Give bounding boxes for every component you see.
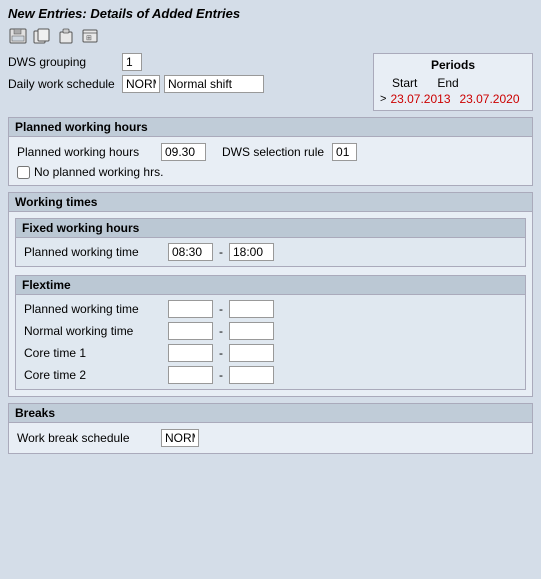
daily-work-schedule-code[interactable] bbox=[122, 75, 160, 93]
copy-icon[interactable] bbox=[32, 27, 52, 45]
periods-box: Periods Start End > 23.07.2013 23.07.202… bbox=[373, 53, 533, 111]
dws-grouping-input[interactable] bbox=[122, 53, 142, 71]
periods-header: Start End bbox=[380, 76, 526, 90]
planned-hours-value[interactable] bbox=[161, 143, 206, 161]
flextime-core2-start[interactable] bbox=[168, 366, 213, 384]
flextime-core2-end[interactable] bbox=[229, 366, 274, 384]
start-label: Start bbox=[392, 76, 417, 90]
flextime-core1-dash: - bbox=[219, 346, 223, 360]
planned-working-time-label: Planned working time bbox=[24, 245, 164, 259]
planned-hours-row: Planned working hours DWS selection rule bbox=[17, 143, 524, 161]
flextime-planned-end[interactable] bbox=[229, 300, 274, 318]
flextime-core1-label: Core time 1 bbox=[24, 346, 164, 360]
planned-working-hours-title: Planned working hours bbox=[9, 118, 532, 137]
flextime-subsection: Flextime Planned working time - Normal w… bbox=[15, 275, 526, 390]
breaks-row: Work break schedule bbox=[17, 429, 524, 447]
periods-row: > 23.07.2013 23.07.2020 bbox=[380, 92, 526, 106]
toolbar: ⊞ bbox=[0, 25, 541, 49]
config-icon[interactable]: ⊞ bbox=[80, 27, 100, 45]
flextime-normal-label: Normal working time bbox=[24, 324, 164, 338]
dws-grouping-label: DWS grouping bbox=[8, 55, 118, 69]
daily-work-schedule-name[interactable] bbox=[164, 75, 264, 93]
daily-work-schedule-label: Daily work schedule bbox=[8, 77, 118, 91]
flextime-normal-end[interactable] bbox=[229, 322, 274, 340]
fixed-dash: - bbox=[219, 245, 223, 259]
flextime-core2-row: Core time 2 - bbox=[24, 366, 517, 384]
save-icon[interactable] bbox=[8, 27, 28, 45]
page-title: New Entries: Details of Added Entries bbox=[8, 6, 240, 21]
periods-title: Periods bbox=[380, 58, 526, 72]
flextime-planned-dash: - bbox=[219, 302, 223, 316]
breaks-title: Breaks bbox=[9, 404, 532, 423]
flextime-planned-row: Planned working time - bbox=[24, 300, 517, 318]
dws-grouping-row: DWS grouping bbox=[8, 53, 365, 71]
periods-arrow: > bbox=[380, 93, 386, 105]
flextime-normal-row: Normal working time - bbox=[24, 322, 517, 340]
working-times-section: Working times Fixed working hours Planne… bbox=[8, 192, 533, 397]
svg-text:⊞: ⊞ bbox=[86, 35, 92, 42]
end-date: 23.07.2020 bbox=[459, 92, 524, 106]
flextime-core2-label: Core time 2 bbox=[24, 368, 164, 382]
dws-selection-label: DWS selection rule bbox=[222, 145, 324, 159]
daily-work-schedule-row: Daily work schedule bbox=[8, 75, 365, 93]
dws-selection-value[interactable] bbox=[332, 143, 357, 161]
fixed-end-input[interactable] bbox=[229, 243, 274, 261]
planned-working-hours-section: Planned working hours Planned working ho… bbox=[8, 117, 533, 186]
fixed-hours-title: Fixed working hours bbox=[16, 219, 525, 238]
flextime-core1-row: Core time 1 - bbox=[24, 344, 517, 362]
breaks-label: Work break schedule bbox=[17, 431, 157, 445]
flextime-normal-start[interactable] bbox=[168, 322, 213, 340]
flextime-normal-dash: - bbox=[219, 324, 223, 338]
flextime-core1-end[interactable] bbox=[229, 344, 274, 362]
start-date: 23.07.2013 bbox=[390, 92, 455, 106]
breaks-value[interactable] bbox=[161, 429, 199, 447]
no-planned-checkbox[interactable] bbox=[17, 166, 30, 179]
flextime-planned-start[interactable] bbox=[168, 300, 213, 318]
flextime-core2-dash: - bbox=[219, 368, 223, 382]
breaks-section: Breaks Work break schedule bbox=[8, 403, 533, 454]
working-times-title: Working times bbox=[9, 193, 532, 212]
planned-hours-label: Planned working hours bbox=[17, 145, 157, 159]
paste-icon[interactable] bbox=[56, 27, 76, 45]
fixed-hours-subsection: Fixed working hours Planned working time… bbox=[15, 218, 526, 267]
end-label: End bbox=[437, 76, 458, 90]
planned-working-time-row: Planned working time - bbox=[24, 243, 517, 261]
title-bar: New Entries: Details of Added Entries bbox=[0, 0, 541, 25]
no-planned-row: No planned working hrs. bbox=[17, 165, 524, 179]
flextime-planned-label: Planned working time bbox=[24, 302, 164, 316]
no-planned-label: No planned working hrs. bbox=[34, 165, 163, 179]
flextime-title: Flextime bbox=[16, 276, 525, 295]
fixed-start-input[interactable] bbox=[168, 243, 213, 261]
flextime-core1-start[interactable] bbox=[168, 344, 213, 362]
